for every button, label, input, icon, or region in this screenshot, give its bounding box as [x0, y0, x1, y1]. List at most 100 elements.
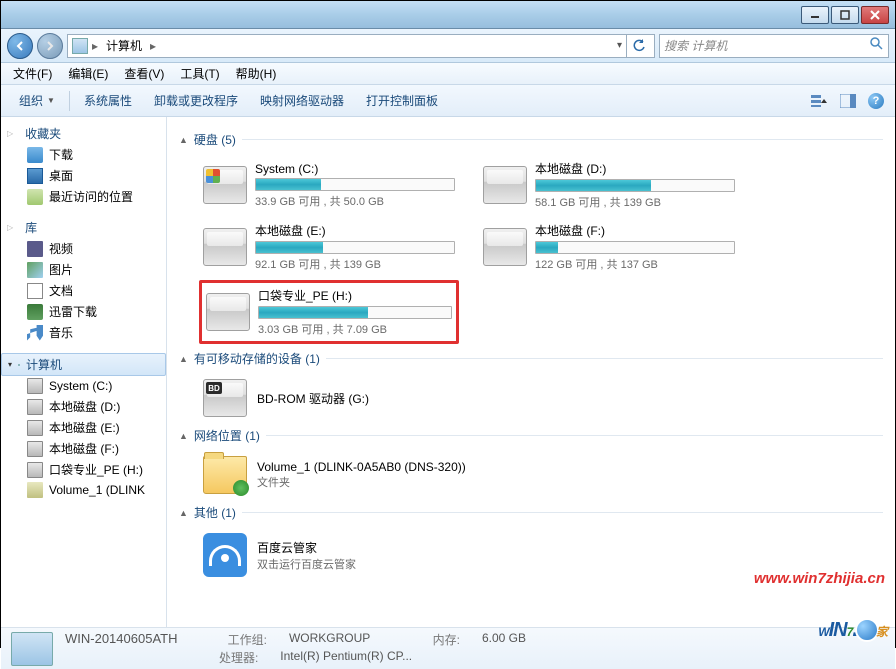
drive-item[interactable]: 本地磁盘 (F:) 122 GB 可用 , 共 137 GB [479, 218, 739, 276]
usage-bar [535, 241, 735, 254]
folder-icon [203, 456, 247, 494]
drive-icon [27, 441, 43, 457]
drive-stat: 58.1 GB 可用 , 共 139 GB [535, 194, 735, 210]
sidebar-item-drive-c[interactable]: System (C:) [1, 376, 166, 396]
favorites-group[interactable]: ▷收藏夹 [1, 123, 166, 144]
refresh-button[interactable] [626, 34, 650, 58]
menu-tools[interactable]: 工具(T) [172, 63, 227, 84]
baidu-name: 百度云管家 [257, 539, 356, 556]
search-box[interactable]: 搜索 计算机 [659, 34, 889, 58]
drive-name: 本地磁盘 (D:) [535, 160, 735, 177]
usage-bar [255, 178, 455, 191]
xunlei-icon [27, 304, 43, 320]
view-options-button[interactable] [809, 92, 831, 110]
drive-icon [206, 293, 250, 331]
close-button[interactable] [861, 6, 889, 24]
drive-stat: 122 GB 可用 , 共 137 GB [535, 256, 735, 272]
map-network-drive-button[interactable]: 映射网络驱动器 [250, 88, 354, 113]
drive-name: 口袋专业_PE (H:) [258, 287, 452, 304]
sidebar-item-music[interactable]: 音乐 [1, 322, 166, 343]
uninstall-programs-button[interactable]: 卸载或更改程序 [144, 88, 248, 113]
sidebar-item-drive-h[interactable]: 口袋专业_PE (H:) [1, 459, 166, 480]
drive-icon [27, 462, 43, 478]
system-properties-button[interactable]: 系统属性 [74, 88, 142, 113]
network-location[interactable]: Volume_1 (DLINK-0A5AB0 (DNS-320)) 文件夹 [199, 452, 499, 498]
menu-bar: 文件(F) 编辑(E) 查看(V) 工具(T) 帮助(H) [1, 63, 895, 85]
group-hard-drives[interactable]: ▲硬盘 (5) [179, 131, 883, 148]
menu-edit[interactable]: 编辑(E) [60, 63, 116, 84]
sidebar-item-desktop[interactable]: 桌面 [1, 165, 166, 186]
sidebar-item-documents[interactable]: 文档 [1, 280, 166, 301]
baidu-cloud-icon [203, 533, 247, 577]
menu-view[interactable]: 查看(V) [116, 63, 172, 84]
drive-icon [203, 228, 247, 266]
search-placeholder: 搜索 计算机 [664, 37, 727, 54]
drive-item[interactable]: 本地磁盘 (D:) 58.1 GB 可用 , 共 139 GB [479, 156, 739, 214]
network-badge-icon [233, 480, 249, 496]
computer-large-icon [11, 632, 53, 666]
sidebar-item-drive-e[interactable]: 本地磁盘 (E:) [1, 417, 166, 438]
sidebar-item-videos[interactable]: 视频 [1, 238, 166, 259]
breadcrumb-computer[interactable]: 计算机 [102, 35, 146, 56]
usage-bar [535, 179, 735, 192]
drive-item[interactable]: System (C:) 33.9 GB 可用 , 共 50.0 GB [199, 156, 459, 214]
chevron-right-icon[interactable]: ▸ [92, 39, 98, 53]
sidebar-item-downloads[interactable]: 下载 [1, 144, 166, 165]
details-pane: WIN-20140605ATH 工作组: WORKGROUP 内存: 6.00 … [1, 627, 895, 669]
drive-item[interactable]: 口袋专业_PE (H:)3.03 GB 可用 , 共 7.09 GB [199, 280, 459, 344]
netloc-name: Volume_1 (DLINK-0A5AB0 (DNS-320)) [257, 460, 466, 474]
music-icon [27, 325, 43, 341]
libraries-group[interactable]: ▷库 [1, 217, 166, 238]
baidu-cloud-item[interactable]: 百度云管家 双击运行百度云管家 [199, 529, 499, 581]
drive-icon [203, 166, 247, 204]
usage-bar [258, 306, 452, 319]
dropdown-icon[interactable]: ▾ [617, 40, 622, 51]
sidebar-item-drive-d[interactable]: 本地磁盘 (D:) [1, 396, 166, 417]
drive-name: 本地磁盘 (F:) [535, 222, 735, 239]
minimize-button[interactable] [801, 6, 829, 24]
organize-button[interactable]: 组织▼ [9, 88, 65, 113]
netloc-type: 文件夹 [257, 474, 466, 490]
open-control-panel-button[interactable]: 打开控制面板 [356, 88, 448, 113]
recent-icon [27, 189, 43, 205]
chevron-right-icon[interactable]: ▸ [150, 39, 156, 53]
computer-icon [72, 38, 88, 54]
menu-help[interactable]: 帮助(H) [228, 63, 285, 84]
drive-name: System (C:) [255, 162, 455, 176]
help-button[interactable]: ? [865, 92, 887, 110]
address-bar[interactable]: ▸ 计算机 ▸ ▾ [67, 34, 655, 58]
separator [69, 91, 70, 111]
menu-file[interactable]: 文件(F) [5, 63, 60, 84]
window-titlebar [1, 1, 895, 29]
drive-icon [27, 420, 43, 436]
sidebar-item-pictures[interactable]: 图片 [1, 259, 166, 280]
drive-stat: 33.9 GB 可用 , 共 50.0 GB [255, 193, 455, 209]
group-other[interactable]: ▲其他 (1) [179, 504, 883, 521]
usage-bar [255, 241, 455, 254]
group-network[interactable]: ▲网络位置 (1) [179, 427, 883, 444]
forward-button[interactable] [37, 33, 63, 59]
navigation-pane: ▷收藏夹 下载 桌面 最近访问的位置 ▷库 视频 图片 文档 迅雷下载 音乐 ▾… [1, 117, 167, 627]
sidebar-item-drive-f[interactable]: 本地磁盘 (F:) [1, 438, 166, 459]
computer-icon [18, 364, 20, 366]
content-area: ▲硬盘 (5) System (C:) 33.9 GB 可用 , 共 50.0 G… [167, 117, 895, 627]
back-button[interactable] [7, 33, 33, 59]
win7-logo: WIN7.家 [818, 615, 887, 643]
drive-icon [483, 166, 527, 204]
computer-group[interactable]: ▾计算机 [1, 353, 166, 376]
navigation-bar: ▸ 计算机 ▸ ▾ 搜索 计算机 [1, 29, 895, 63]
sidebar-item-recent[interactable]: 最近访问的位置 [1, 186, 166, 207]
sidebar-item-volume1[interactable]: Volume_1 (DLINK [1, 480, 166, 500]
search-icon [870, 37, 884, 54]
preview-pane-button[interactable] [837, 92, 859, 110]
bdrom-icon [203, 379, 247, 417]
maximize-button[interactable] [831, 6, 859, 24]
group-removable[interactable]: ▲有可移动存储的设备 (1) [179, 350, 883, 367]
picture-icon [27, 262, 43, 278]
bd-rom-drive[interactable]: BD-ROM 驱动器 (G:) [199, 375, 499, 421]
command-bar: 组织▼ 系统属性 卸载或更改程序 映射网络驱动器 打开控制面板 ? [1, 85, 895, 117]
download-icon [27, 147, 43, 163]
drive-icon [27, 399, 43, 415]
sidebar-item-xunlei[interactable]: 迅雷下载 [1, 301, 166, 322]
drive-item[interactable]: 本地磁盘 (E:)92.1 GB 可用 , 共 139 GB [199, 218, 459, 276]
